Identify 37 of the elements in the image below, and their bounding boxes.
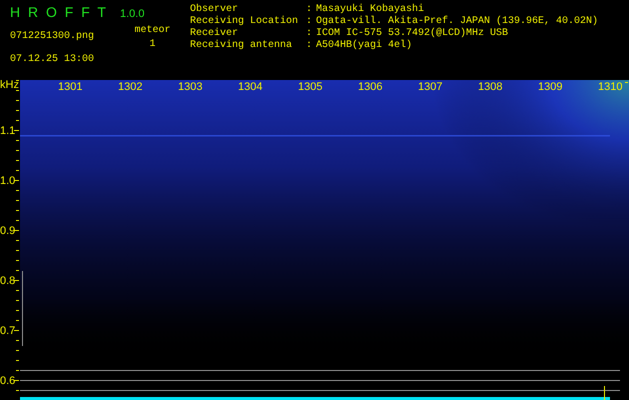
x-axis-label: 1306 bbox=[358, 81, 382, 93]
colon-separator: : bbox=[306, 4, 314, 16]
info-label: Receiver bbox=[190, 28, 240, 40]
y-axis-label: 0.9 bbox=[0, 225, 16, 237]
y-axis-label: 0.6 bbox=[0, 375, 16, 387]
app-title: H R O F F T bbox=[10, 4, 108, 20]
x-axis-label: 1305 bbox=[298, 81, 322, 93]
x-axis-label: 1308 bbox=[478, 81, 502, 93]
axis-unit: kHz bbox=[0, 80, 19, 91]
date-time: 07.12.25 13:00 bbox=[10, 54, 94, 65]
info-value: A504HB(yagi 4el) bbox=[316, 40, 414, 52]
info-value: ICOM IC-575 53.7492(@LCD)MHz USB bbox=[316, 28, 510, 40]
meteor-count: 1 bbox=[149, 39, 156, 50]
colon-separator: : bbox=[306, 40, 314, 52]
x-axis-label: 1301 bbox=[58, 81, 82, 93]
x-axis-label: 1304 bbox=[238, 81, 262, 93]
info-label: Observer bbox=[190, 4, 240, 16]
colon-separator: : bbox=[306, 28, 314, 40]
y-axis-label: 0.8 bbox=[0, 275, 16, 287]
meteor-label: meteor bbox=[134, 25, 170, 36]
info-value: Masayuki Kobayashi bbox=[316, 4, 426, 16]
y-axis-label: 0.7 bbox=[0, 325, 16, 337]
x-axis-label: 1310 bbox=[598, 81, 622, 93]
colon-separator: : bbox=[306, 16, 314, 28]
file-name: 0712251300.png bbox=[10, 31, 94, 42]
x-axis-label: 1307 bbox=[418, 81, 442, 93]
x-axis-label: 1302 bbox=[118, 81, 142, 93]
version-number: 1.0.0 bbox=[120, 8, 144, 20]
x-axis-label: 1309 bbox=[538, 81, 562, 93]
info-label: Receiving antenna bbox=[190, 40, 294, 52]
info-value: Ogata-vill. Akita-Pref. JAPAN (139.96E, 40.02N) bbox=[316, 16, 598, 28]
y-axis-label: 1.1 bbox=[0, 125, 16, 137]
tick-mark bbox=[625, 82, 628, 83]
marker-line bbox=[604, 386, 605, 400]
info-label: Receiving Location bbox=[190, 16, 300, 28]
x-axis-label: 1303 bbox=[178, 81, 202, 93]
y-axis-label: 1.0 bbox=[0, 175, 16, 187]
